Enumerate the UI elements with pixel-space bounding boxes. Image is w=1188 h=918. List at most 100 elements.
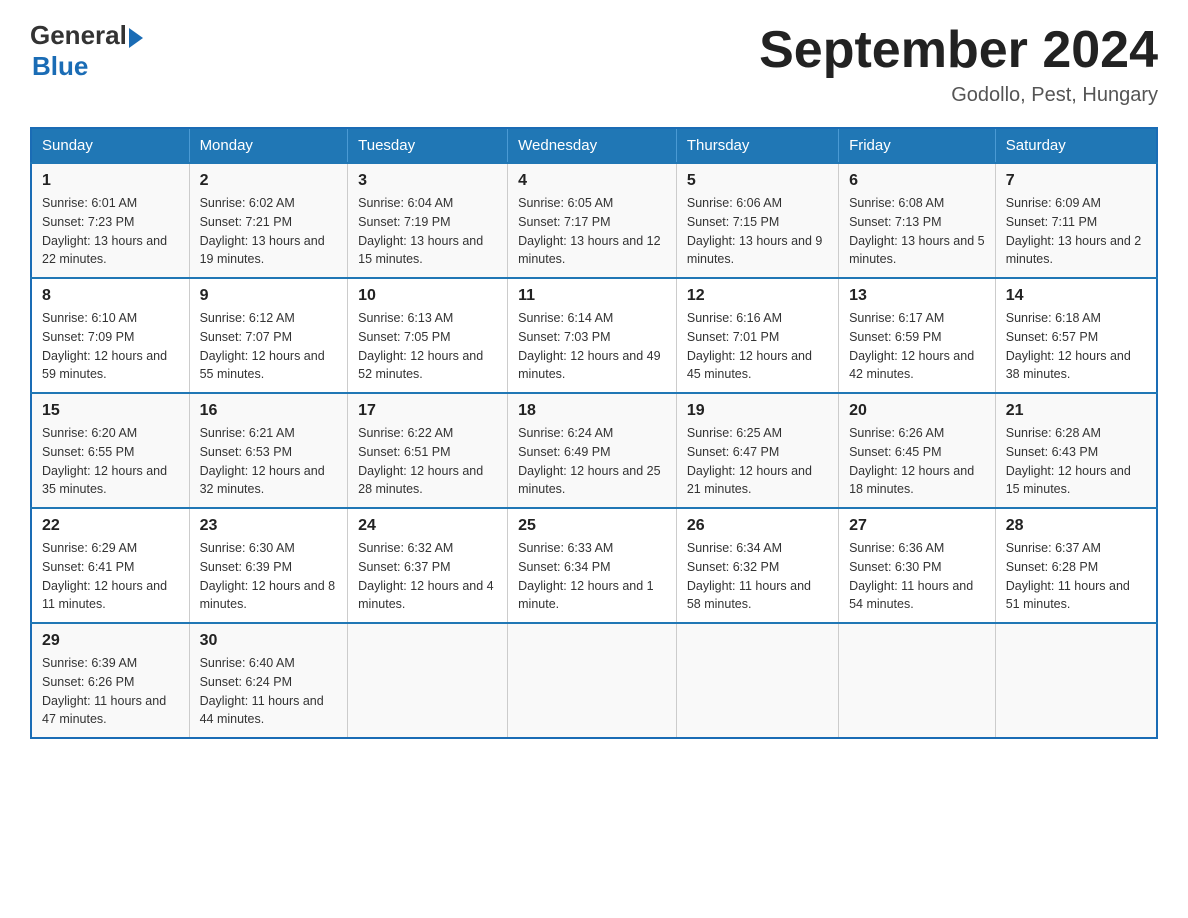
calendar-cell: 24 Sunrise: 6:32 AMSunset: 6:37 PMDayligh… [348,508,508,623]
day-number: 25 [518,517,666,535]
calendar-cell: 12 Sunrise: 6:16 AMSunset: 7:01 PMDayligh… [676,278,838,393]
day-info: Sunrise: 6:36 AMSunset: 6:30 PMDaylight:… [849,539,985,614]
day-info: Sunrise: 6:39 AMSunset: 6:26 PMDaylight:… [42,654,179,729]
calendar-header: SundayMondayTuesdayWednesdayThursdayFrid… [31,128,1157,163]
header-row: SundayMondayTuesdayWednesdayThursdayFrid… [31,128,1157,163]
calendar-cell [508,623,677,738]
day-info: Sunrise: 6:04 AMSunset: 7:19 PMDaylight:… [358,194,497,269]
day-number: 11 [518,287,666,305]
day-info: Sunrise: 6:29 AMSunset: 6:41 PMDaylight:… [42,539,179,614]
calendar-cell: 18Sunrise: 6:24 AMSunset: 6:49 PMDayligh… [508,393,677,508]
calendar-cell: 17Sunrise: 6:22 AMSunset: 6:51 PMDayligh… [348,393,508,508]
day-number: 18 [518,402,666,420]
day-info: Sunrise: 6:33 AMSunset: 6:34 PMDaylight:… [518,539,666,614]
logo-blue-text: Blue [32,51,88,82]
calendar-cell: 20 Sunrise: 6:26 AMSunset: 6:45 PMDayligh… [839,393,996,508]
header-sunday: Sunday [31,128,189,163]
day-info: Sunrise: 6:22 AMSunset: 6:51 PMDaylight:… [358,424,497,499]
title-section: September 2024 Godollo, Pest, Hungary [759,20,1158,107]
day-info: Sunrise: 6:02 AMSunset: 7:21 PMDaylight:… [200,194,338,269]
day-number: 10 [358,287,497,305]
header-wednesday: Wednesday [508,128,677,163]
day-info: Sunrise: 6:26 AMSunset: 6:45 PMDaylight:… [849,424,985,499]
header-saturday: Saturday [995,128,1157,163]
calendar-cell [348,623,508,738]
day-number: 12 [687,287,828,305]
day-number: 27 [849,517,985,535]
calendar-week-2: 8 Sunrise: 6:10 AMSunset: 7:09 PMDaylight… [31,278,1157,393]
day-number: 16 [200,402,338,420]
calendar-week-5: 29 Sunrise: 6:39 AMSunset: 6:26 PMDayligh… [31,623,1157,738]
logo-arrow-icon [129,28,143,48]
day-info: Sunrise: 6:08 AMSunset: 7:13 PMDaylight:… [849,194,985,269]
page-header: General Blue September 2024 Godollo, Pes… [30,20,1158,107]
header-thursday: Thursday [676,128,838,163]
calendar-cell [676,623,838,738]
day-number: 8 [42,287,179,305]
day-info: Sunrise: 6:10 AMSunset: 7:09 PMDaylight:… [42,309,179,384]
day-info: Sunrise: 6:17 AMSunset: 6:59 PMDaylight:… [849,309,985,384]
day-info: Sunrise: 6:06 AMSunset: 7:15 PMDaylight:… [687,194,828,269]
calendar-cell: 21 Sunrise: 6:28 AMSunset: 6:43 PMDayligh… [995,393,1157,508]
day-number: 19 [687,402,828,420]
calendar-cell: 1 Sunrise: 6:01 AMSunset: 7:23 PMDaylight… [31,163,189,278]
calendar-cell: 27 Sunrise: 6:36 AMSunset: 6:30 PMDayligh… [839,508,996,623]
day-info: Sunrise: 6:30 AMSunset: 6:39 PMDaylight:… [200,539,338,614]
day-info: Sunrise: 6:16 AMSunset: 7:01 PMDaylight:… [687,309,828,384]
calendar-week-3: 15Sunrise: 6:20 AMSunset: 6:55 PMDayligh… [31,393,1157,508]
calendar-cell: 6Sunrise: 6:08 AMSunset: 7:13 PMDaylight… [839,163,996,278]
day-info: Sunrise: 6:18 AMSunset: 6:57 PMDaylight:… [1006,309,1146,384]
calendar-cell: 7 Sunrise: 6:09 AMSunset: 7:11 PMDaylight… [995,163,1157,278]
day-number: 9 [200,287,338,305]
day-number: 3 [358,172,497,190]
calendar-cell: 9Sunrise: 6:12 AMSunset: 7:07 PMDaylight… [189,278,348,393]
day-number: 29 [42,632,179,650]
calendar-cell: 10Sunrise: 6:13 AMSunset: 7:05 PMDayligh… [348,278,508,393]
calendar-cell: 29 Sunrise: 6:39 AMSunset: 6:26 PMDayligh… [31,623,189,738]
calendar-table: SundayMondayTuesdayWednesdayThursdayFrid… [30,127,1158,739]
day-number: 22 [42,517,179,535]
logo: General Blue [30,20,143,82]
calendar-week-1: 1 Sunrise: 6:01 AMSunset: 7:23 PMDaylight… [31,163,1157,278]
day-number: 13 [849,287,985,305]
month-title: September 2024 [759,20,1158,80]
day-number: 24 [358,517,497,535]
day-info: Sunrise: 6:32 AMSunset: 6:37 PMDaylight:… [358,539,497,614]
calendar-cell: 14 Sunrise: 6:18 AMSunset: 6:57 PMDayligh… [995,278,1157,393]
calendar-cell: 19 Sunrise: 6:25 AMSunset: 6:47 PMDayligh… [676,393,838,508]
calendar-cell [995,623,1157,738]
calendar-cell: 23Sunrise: 6:30 AMSunset: 6:39 PMDayligh… [189,508,348,623]
calendar-cell: 2 Sunrise: 6:02 AMSunset: 7:21 PMDaylight… [189,163,348,278]
day-info: Sunrise: 6:14 AMSunset: 7:03 PMDaylight:… [518,309,666,384]
day-info: Sunrise: 6:01 AMSunset: 7:23 PMDaylight:… [42,194,179,269]
day-info: Sunrise: 6:25 AMSunset: 6:47 PMDaylight:… [687,424,828,499]
day-number: 7 [1006,172,1146,190]
day-info: Sunrise: 6:40 AMSunset: 6:24 PMDaylight:… [200,654,338,729]
day-number: 30 [200,632,338,650]
day-number: 15 [42,402,179,420]
day-info: Sunrise: 6:05 AMSunset: 7:17 PMDaylight:… [518,194,666,269]
logo-general-text: General [30,20,127,51]
calendar-cell: 22 Sunrise: 6:29 AMSunset: 6:41 PMDayligh… [31,508,189,623]
calendar-body: 1 Sunrise: 6:01 AMSunset: 7:23 PMDaylight… [31,163,1157,738]
day-number: 21 [1006,402,1146,420]
calendar-cell: 13 Sunrise: 6:17 AMSunset: 6:59 PMDayligh… [839,278,996,393]
day-number: 28 [1006,517,1146,535]
calendar-cell [839,623,996,738]
day-number: 5 [687,172,828,190]
calendar-cell: 11 Sunrise: 6:14 AMSunset: 7:03 PMDayligh… [508,278,677,393]
location-text: Godollo, Pest, Hungary [759,84,1158,107]
day-number: 1 [42,172,179,190]
header-tuesday: Tuesday [348,128,508,163]
calendar-week-4: 22 Sunrise: 6:29 AMSunset: 6:41 PMDayligh… [31,508,1157,623]
day-info: Sunrise: 6:34 AMSunset: 6:32 PMDaylight:… [687,539,828,614]
calendar-cell: 15Sunrise: 6:20 AMSunset: 6:55 PMDayligh… [31,393,189,508]
day-info: Sunrise: 6:28 AMSunset: 6:43 PMDaylight:… [1006,424,1146,499]
day-info: Sunrise: 6:09 AMSunset: 7:11 PMDaylight:… [1006,194,1146,269]
calendar-cell: 8 Sunrise: 6:10 AMSunset: 7:09 PMDaylight… [31,278,189,393]
calendar-cell: 3 Sunrise: 6:04 AMSunset: 7:19 PMDaylight… [348,163,508,278]
day-number: 2 [200,172,338,190]
day-info: Sunrise: 6:21 AMSunset: 6:53 PMDaylight:… [200,424,338,499]
day-number: 14 [1006,287,1146,305]
day-number: 20 [849,402,985,420]
